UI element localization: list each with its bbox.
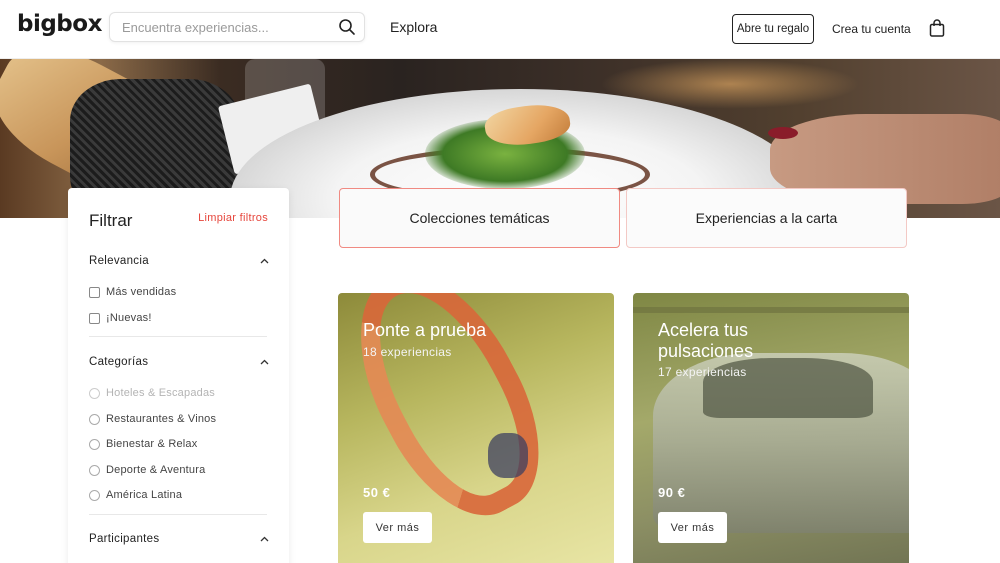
card-price: 90 € bbox=[658, 485, 686, 500]
experience-card[interactable]: Acelera tus pulsaciones 17 experiencias … bbox=[633, 293, 909, 563]
filter-option-sport[interactable]: Deporte & Aventura bbox=[89, 464, 205, 476]
radio-button[interactable] bbox=[89, 387, 100, 399]
option-label: ¡Nuevas! bbox=[106, 312, 152, 324]
option-label: Hoteles & Escapadas bbox=[106, 387, 215, 399]
radio-button[interactable] bbox=[89, 438, 100, 450]
checkbox[interactable] bbox=[89, 312, 100, 324]
participants-title: Participantes bbox=[89, 533, 160, 545]
create-account-link[interactable]: Crea tu cuenta bbox=[832, 22, 911, 36]
filter-panel: Filtrar Limpiar filtros Relevancia Más v… bbox=[68, 188, 289, 563]
tab-thematic-collections[interactable]: Colecciones temáticas bbox=[339, 188, 620, 248]
radio-button[interactable] bbox=[89, 489, 100, 501]
top-navbar: bigbox Explora Abre tu regalo Crea tu cu… bbox=[0, 0, 1000, 59]
nav-explora-link[interactable]: Explora bbox=[390, 19, 437, 35]
option-label: Restaurantes & Vinos bbox=[106, 413, 217, 425]
radio-button[interactable] bbox=[89, 413, 100, 425]
relevance-section-header[interactable]: Relevancia bbox=[89, 255, 269, 267]
filter-option-wellness[interactable]: Bienestar & Relax bbox=[89, 438, 197, 450]
categories-section-header[interactable]: Categorías bbox=[89, 356, 269, 368]
search-icon[interactable] bbox=[338, 18, 356, 36]
shopping-bag-icon[interactable] bbox=[929, 19, 945, 37]
card-count: 17 experiencias bbox=[658, 365, 747, 379]
card-title: Acelera tus pulsaciones bbox=[658, 320, 754, 361]
card-price: 50 € bbox=[363, 485, 391, 500]
radio-button[interactable] bbox=[89, 464, 100, 476]
chevron-up-icon[interactable] bbox=[260, 535, 269, 544]
divider bbox=[89, 336, 267, 337]
bigbox-logo[interactable]: bigbox bbox=[17, 11, 102, 37]
checkbox[interactable] bbox=[89, 286, 100, 298]
filter-option-latin-america[interactable]: América Latina bbox=[89, 489, 182, 501]
filter-option-restaurants[interactable]: Restaurantes & Vinos bbox=[89, 413, 216, 425]
clear-filters-link[interactable]: Limpiar filtros bbox=[198, 212, 268, 224]
chevron-up-icon[interactable] bbox=[260, 257, 269, 266]
categories-title: Categorías bbox=[89, 356, 149, 368]
filter-title: Filtrar bbox=[89, 211, 133, 230]
open-gift-button[interactable]: Abre tu regalo bbox=[732, 14, 814, 44]
filter-option-hotels[interactable]: Hoteles & Escapadas bbox=[89, 387, 215, 399]
card-title: Ponte a prueba bbox=[363, 320, 487, 340]
experience-card[interactable]: Ponte a prueba 18 experiencias 50 € Ver … bbox=[338, 293, 614, 563]
card-count: 18 experiencias bbox=[363, 345, 452, 359]
view-more-button[interactable]: Ver más bbox=[658, 512, 727, 543]
search-input[interactable] bbox=[122, 13, 332, 41]
option-label: Bienestar & Relax bbox=[106, 438, 198, 450]
divider bbox=[89, 514, 267, 515]
option-label: Deporte & Aventura bbox=[106, 464, 206, 476]
option-label: Más vendidas bbox=[106, 286, 177, 298]
option-label: América Latina bbox=[106, 489, 183, 501]
tab-experiences-a-la-carte[interactable]: Experiencias a la carta bbox=[626, 188, 907, 248]
view-more-button[interactable]: Ver más bbox=[363, 512, 432, 543]
relevance-title: Relevancia bbox=[89, 255, 149, 267]
filter-option-new[interactable]: ¡Nuevas! bbox=[89, 312, 152, 324]
chevron-up-icon[interactable] bbox=[260, 358, 269, 367]
filter-option-best-sellers[interactable]: Más vendidas bbox=[89, 286, 176, 298]
search-box[interactable] bbox=[109, 12, 365, 42]
participants-section-header[interactable]: Participantes bbox=[89, 533, 269, 545]
